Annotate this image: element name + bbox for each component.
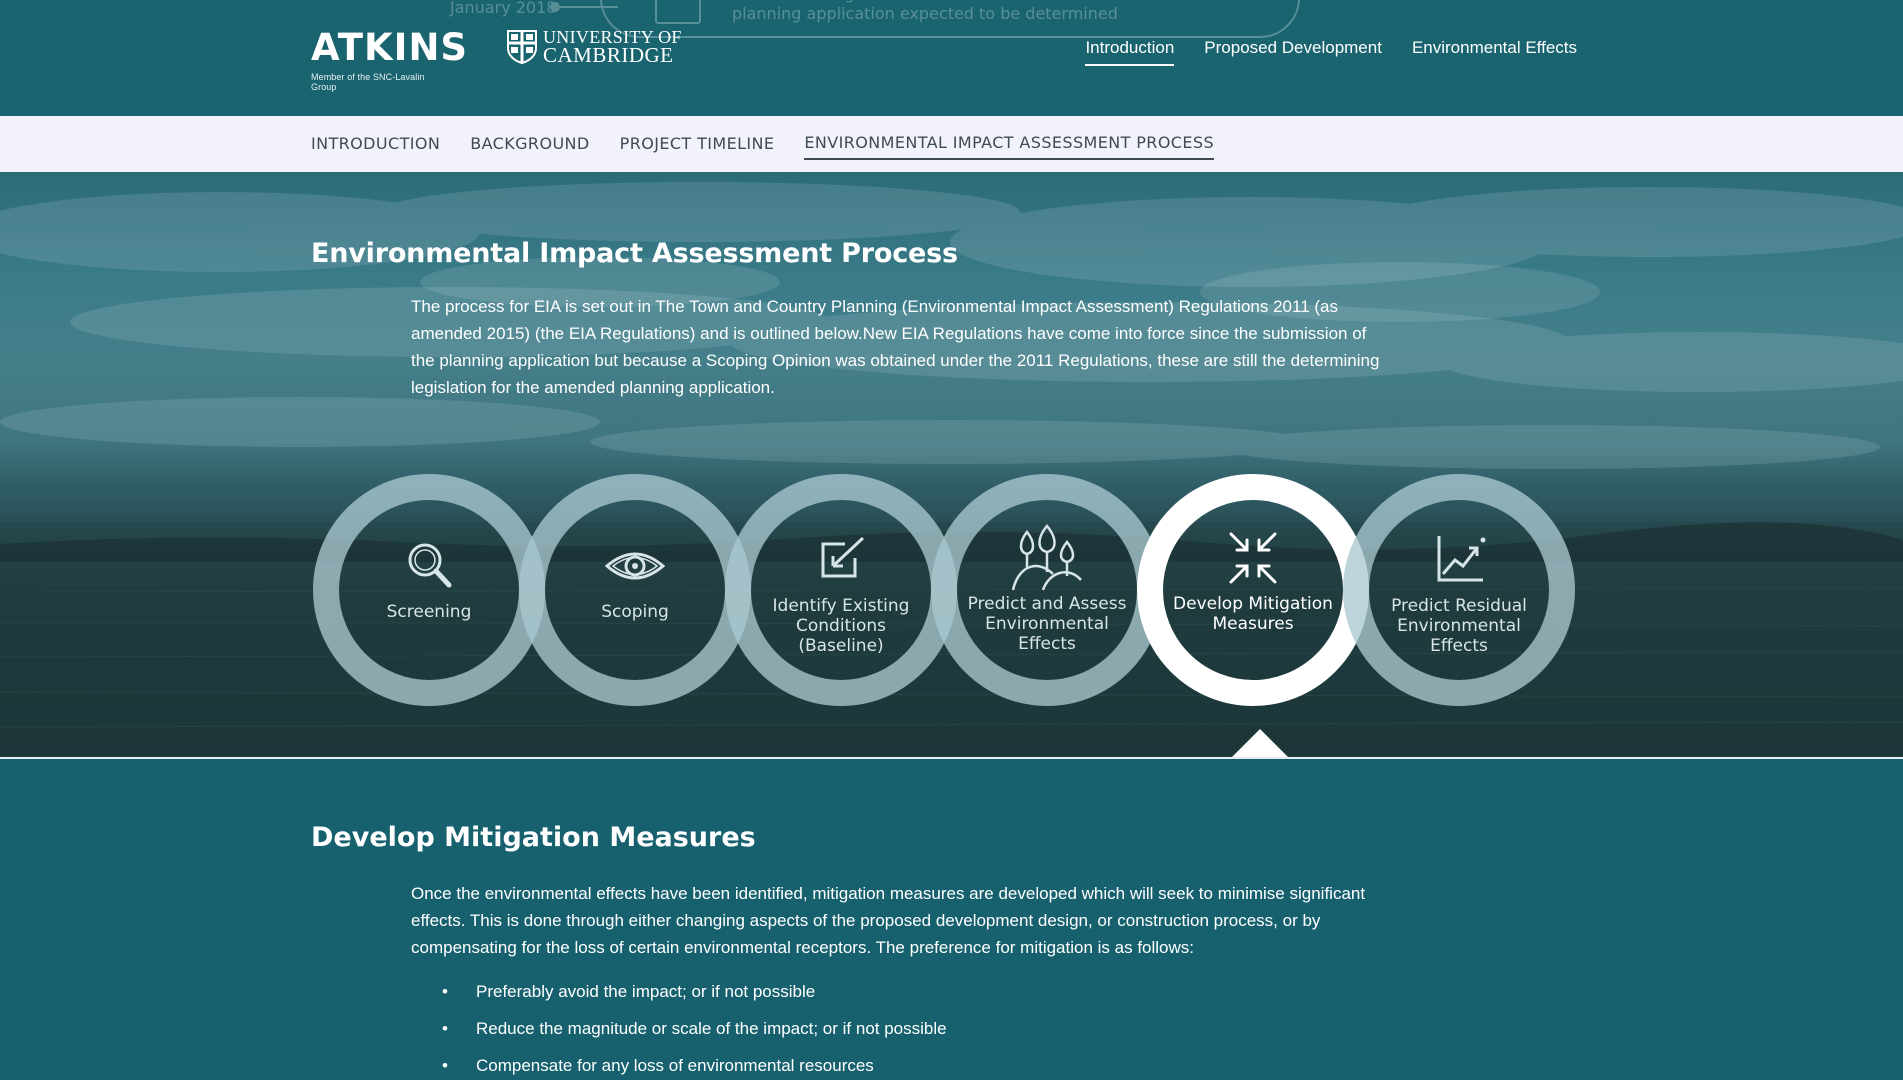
- step-predict-assess-content: Predict and Assess Environmental Effects: [957, 500, 1137, 680]
- nav-introduction[interactable]: Introduction: [1085, 38, 1175, 66]
- list-item-text: Preferably avoid the impact; or if not p…: [476, 982, 816, 1001]
- nav-proposed-development[interactable]: Proposed Development: [1204, 38, 1382, 66]
- bullet-icon: •: [442, 982, 448, 1001]
- step-baseline-label: Identify Existing Conditions (Baseline): [772, 596, 910, 656]
- step-predict-assess-label: Predict and Assess Environmental Effects: [967, 594, 1127, 654]
- subnav-background[interactable]: BACKGROUND: [470, 130, 589, 159]
- trend-chart-icon: [1437, 536, 1486, 582]
- list-item: • Reduce the magnitude or scale of the i…: [442, 1015, 1342, 1042]
- page-title: Environmental Impact Assessment Process: [311, 238, 958, 269]
- magnifier-icon: [408, 543, 452, 588]
- atkins-tagline: Member of the SNC-Lavalin Group: [311, 72, 425, 92]
- checkbox-arrow-icon: [821, 536, 865, 578]
- hero-divider: [0, 757, 1903, 759]
- cambridge-line2: CAMBRIDGE: [543, 43, 674, 67]
- step-mitigation-content: Develop Mitigation Measures: [1163, 500, 1343, 680]
- bullet-icon: •: [442, 1019, 448, 1038]
- cambridge-logo[interactable]: UNIVERSITY OF CAMBRIDGE: [507, 28, 687, 66]
- ghost-timeline-text: West Cambridge Shared Facilities Hub and…: [732, 0, 1180, 23]
- trees-hills-icon: [1011, 524, 1082, 591]
- subnav-introduction[interactable]: INTRODUCTION: [311, 130, 440, 159]
- step-mitigation[interactable]: Develop Mitigation Measures: [1137, 474, 1369, 706]
- eye-icon: [605, 552, 665, 580]
- subnav-eia-process[interactable]: ENVIRONMENTAL IMPACT ASSESSMENT PROCESS: [804, 129, 1215, 160]
- step-screening-label: Screening: [386, 602, 472, 622]
- step-scoping[interactable]: Scoping: [519, 474, 751, 706]
- bullet-icon: •: [442, 1056, 448, 1075]
- step-scoping-label: Scoping: [601, 602, 669, 622]
- step-residual-content: Predict Residual Environmental Effects: [1369, 500, 1549, 680]
- cambridge-shield-icon: [507, 30, 537, 64]
- atkins-logo[interactable]: ATKINS Member of the SNC-Lavalin Group: [311, 26, 469, 93]
- step-mitigation-label: Develop Mitigation Measures: [1173, 594, 1333, 634]
- step-predict-assess[interactable]: Predict and Assess Environmental Effects: [931, 474, 1163, 706]
- section-title: Develop Mitigation Measures: [311, 822, 756, 853]
- step-baseline[interactable]: Identify Existing Conditions (Baseline): [725, 474, 957, 706]
- arrows-inward-icon: [1229, 532, 1277, 584]
- section-nav: INTRODUCTION BACKGROUND PROJECT TIMELINE…: [0, 116, 1903, 172]
- nav-environmental-effects[interactable]: Environmental Effects: [1412, 38, 1577, 66]
- ghost-timeline-date: January 2018: [450, 0, 557, 17]
- list-item: • Preferably avoid the impact; or if not…: [442, 978, 1342, 1005]
- step-baseline-content: Identify Existing Conditions (Baseline): [751, 500, 931, 680]
- step-screening-content: Screening: [339, 500, 519, 680]
- step-residual-label: Predict Residual Environmental Effects: [1391, 596, 1527, 656]
- active-step-pointer: [1232, 729, 1288, 757]
- mitigation-list: • Preferably avoid the impact; or if not…: [442, 978, 1342, 1080]
- list-item-text: Compensate for any loss of environmental…: [476, 1056, 874, 1075]
- step-residual[interactable]: Predict Residual Environmental Effects: [1343, 474, 1575, 706]
- step-screening[interactable]: Screening: [313, 474, 545, 706]
- primary-nav: Introduction Proposed Development Enviro…: [1085, 38, 1577, 66]
- list-item: • Compensate for any loss of environment…: [442, 1052, 1342, 1079]
- process-steps: Screening Scoping Identify Existing Cond…: [311, 474, 1581, 706]
- atkins-wordmark: ATKINS: [311, 26, 469, 69]
- step-scoping-content: Scoping: [545, 500, 725, 680]
- section-paragraph: Once the environmental effects have been…: [411, 884, 1366, 957]
- site-header: January 2018 West Cambridge Shared Facil…: [0, 0, 1903, 116]
- intro-paragraph: The process for EIA is set out in The To…: [411, 297, 1380, 397]
- list-item-text: Reduce the magnitude or scale of the imp…: [476, 1019, 947, 1038]
- cambridge-wordmark: UNIVERSITY OF CAMBRIDGE: [543, 28, 682, 67]
- subnav-project-timeline[interactable]: PROJECT TIMELINE: [620, 130, 775, 159]
- envelope-icon: [655, 0, 701, 24]
